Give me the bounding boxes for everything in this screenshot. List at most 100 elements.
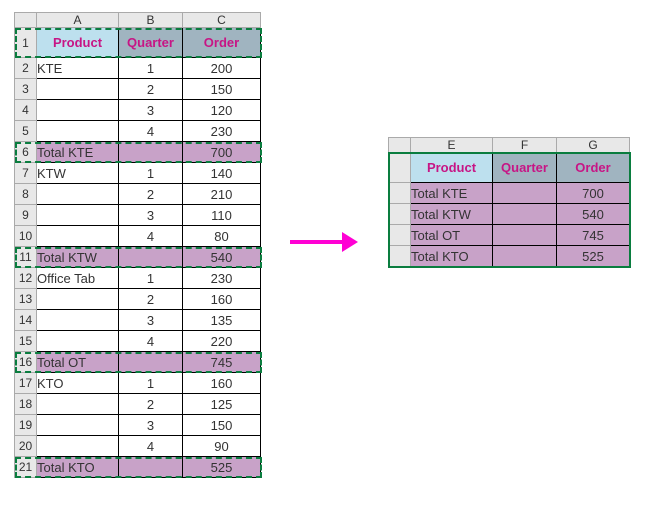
- cell[interactable]: Office Tab: [37, 268, 119, 289]
- source-sheet[interactable]: A B C 1 Product Quarter Order 2KTE1200 3…: [14, 12, 262, 478]
- cell[interactable]: 200: [183, 58, 261, 79]
- row-header[interactable]: 6: [15, 142, 37, 163]
- row-header[interactable]: 4: [15, 100, 37, 121]
- row-header[interactable]: [389, 246, 411, 267]
- total-cell[interactable]: 540: [183, 247, 261, 268]
- header-product[interactable]: Product: [411, 153, 493, 183]
- row-header[interactable]: 18: [15, 394, 37, 415]
- cell[interactable]: [37, 310, 119, 331]
- total-cell[interactable]: 525: [183, 457, 261, 478]
- cell[interactable]: 3: [119, 205, 183, 226]
- cell[interactable]: [37, 331, 119, 352]
- total-cell[interactable]: Total KTW: [37, 247, 119, 268]
- cell[interactable]: 160: [183, 373, 261, 394]
- row-header[interactable]: [389, 225, 411, 246]
- total-cell[interactable]: 540: [557, 204, 630, 225]
- cell[interactable]: 210: [183, 184, 261, 205]
- row-header[interactable]: 1: [15, 28, 37, 58]
- col-header-B[interactable]: B: [119, 13, 183, 28]
- cell[interactable]: 230: [183, 268, 261, 289]
- cell[interactable]: 220: [183, 331, 261, 352]
- cell[interactable]: 140: [183, 163, 261, 184]
- cell[interactable]: 125: [183, 394, 261, 415]
- cell[interactable]: [37, 394, 119, 415]
- cell[interactable]: 90: [183, 436, 261, 457]
- cell[interactable]: 3: [119, 100, 183, 121]
- cell[interactable]: 80: [183, 226, 261, 247]
- cell[interactable]: 2: [119, 184, 183, 205]
- row-header[interactable]: 12: [15, 268, 37, 289]
- total-cell[interactable]: Total KTO: [37, 457, 119, 478]
- cell[interactable]: KTO: [37, 373, 119, 394]
- cell[interactable]: [37, 100, 119, 121]
- cell[interactable]: [37, 415, 119, 436]
- row-header[interactable]: 8: [15, 184, 37, 205]
- total-cell[interactable]: [119, 247, 183, 268]
- row-header[interactable]: [389, 204, 411, 225]
- cell[interactable]: 3: [119, 310, 183, 331]
- cell[interactable]: 160: [183, 289, 261, 310]
- corner-cell[interactable]: [389, 138, 411, 153]
- total-cell[interactable]: [119, 457, 183, 478]
- row-header[interactable]: 20: [15, 436, 37, 457]
- cell[interactable]: 2: [119, 289, 183, 310]
- total-cell[interactable]: 745: [557, 225, 630, 246]
- total-cell[interactable]: 525: [557, 246, 630, 267]
- total-cell[interactable]: Total KTO: [411, 246, 493, 267]
- total-cell[interactable]: Total KTE: [411, 183, 493, 204]
- total-cell[interactable]: [493, 183, 557, 204]
- cell[interactable]: 4: [119, 436, 183, 457]
- total-cell[interactable]: 700: [183, 142, 261, 163]
- total-cell[interactable]: Total OT: [411, 225, 493, 246]
- total-cell[interactable]: 700: [557, 183, 630, 204]
- total-cell[interactable]: [493, 225, 557, 246]
- total-cell[interactable]: 745: [183, 352, 261, 373]
- cell[interactable]: 1: [119, 163, 183, 184]
- row-header[interactable]: 9: [15, 205, 37, 226]
- col-header-G[interactable]: G: [557, 138, 630, 153]
- cell[interactable]: 110: [183, 205, 261, 226]
- row-header[interactable]: 7: [15, 163, 37, 184]
- cell[interactable]: [37, 79, 119, 100]
- row-header[interactable]: [389, 183, 411, 204]
- header-product[interactable]: Product: [37, 28, 119, 58]
- row-header[interactable]: 16: [15, 352, 37, 373]
- col-header-A[interactable]: A: [37, 13, 119, 28]
- total-cell[interactable]: Total KTW: [411, 204, 493, 225]
- col-header-E[interactable]: E: [411, 138, 493, 153]
- row-header[interactable]: 10: [15, 226, 37, 247]
- header-order[interactable]: Order: [557, 153, 630, 183]
- row-header[interactable]: 15: [15, 331, 37, 352]
- cell[interactable]: [37, 289, 119, 310]
- header-order[interactable]: Order: [183, 28, 261, 58]
- cell[interactable]: 120: [183, 100, 261, 121]
- cell[interactable]: 1: [119, 373, 183, 394]
- row-header[interactable]: 19: [15, 415, 37, 436]
- cell[interactable]: KTE: [37, 58, 119, 79]
- row-header[interactable]: 2: [15, 58, 37, 79]
- row-header[interactable]: 17: [15, 373, 37, 394]
- cell[interactable]: [37, 205, 119, 226]
- cell[interactable]: 4: [119, 121, 183, 142]
- cell[interactable]: [37, 184, 119, 205]
- total-cell[interactable]: Total KTE: [37, 142, 119, 163]
- cell[interactable]: 135: [183, 310, 261, 331]
- row-header[interactable]: 21: [15, 457, 37, 478]
- cell[interactable]: 2: [119, 79, 183, 100]
- destination-sheet[interactable]: E F G Product Quarter Order Total KTE700…: [388, 137, 630, 267]
- cell[interactable]: 150: [183, 415, 261, 436]
- row-header[interactable]: [389, 153, 411, 183]
- cell[interactable]: 3: [119, 415, 183, 436]
- corner-cell[interactable]: [15, 13, 37, 28]
- header-quarter[interactable]: Quarter: [119, 28, 183, 58]
- cell[interactable]: 150: [183, 79, 261, 100]
- row-header[interactable]: 5: [15, 121, 37, 142]
- cell[interactable]: [37, 121, 119, 142]
- cell[interactable]: 1: [119, 58, 183, 79]
- total-cell[interactable]: [493, 204, 557, 225]
- cell[interactable]: 1: [119, 268, 183, 289]
- cell[interactable]: 2: [119, 394, 183, 415]
- col-header-F[interactable]: F: [493, 138, 557, 153]
- col-header-C[interactable]: C: [183, 13, 261, 28]
- row-header[interactable]: 11: [15, 247, 37, 268]
